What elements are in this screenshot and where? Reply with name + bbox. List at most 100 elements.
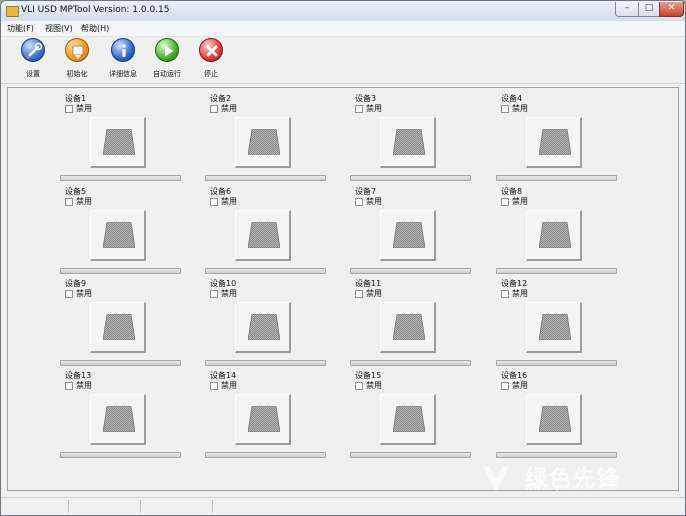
drive-icon (539, 222, 571, 248)
stop-button[interactable]: 停止 (191, 38, 231, 82)
disable-checkbox[interactable] (210, 290, 218, 298)
app-icon (6, 6, 19, 17)
status-bar (1, 497, 685, 515)
device-image (380, 394, 436, 445)
device-slot: 设备9 禁用 (60, 275, 186, 368)
disable-checkbox[interactable] (65, 382, 73, 390)
auto-run-button[interactable]: 自动运行 (147, 38, 187, 82)
menu-view[interactable]: 视图(V) (45, 23, 73, 34)
disable-checkbox[interactable] (355, 198, 363, 206)
drive-icon (248, 406, 280, 432)
progress-bar (60, 175, 181, 181)
device-image (526, 394, 582, 445)
device-slot: 设备11 禁用 (350, 275, 476, 368)
device-slot: 设备12 禁用 (496, 275, 622, 368)
disable-checkbox[interactable] (355, 382, 363, 390)
details-button[interactable]: 详细信息 (103, 38, 143, 82)
play-icon (155, 38, 179, 62)
settings-button[interactable]: 设置 (13, 38, 53, 82)
menu-bar: 功能(F) 视图(V) 帮助(H) (1, 21, 685, 37)
device-slot: 设备3 禁用 (350, 90, 476, 183)
device-image (526, 117, 582, 168)
drive-icon (539, 314, 571, 340)
title-bar[interactable]: VLI USD MPTool Version: 1.0.0.15 – □ ✕ (1, 1, 685, 22)
device-slot: 设备4 禁用 (496, 90, 622, 183)
watermark-logo-icon (483, 467, 509, 491)
disable-checkbox[interactable] (65, 105, 73, 113)
disable-checkbox[interactable] (501, 290, 509, 298)
device-slot: 设备6 禁用 (205, 183, 331, 276)
status-pane (141, 500, 213, 513)
settings-icon (21, 38, 45, 62)
device-slot: 设备13 禁用 (60, 367, 186, 460)
disable-label: 禁用 (366, 289, 382, 298)
progress-bar (350, 175, 471, 181)
disable-checkbox[interactable] (210, 198, 218, 206)
progress-bar (350, 268, 471, 274)
menu-function[interactable]: 功能(F) (7, 23, 34, 34)
disable-checkbox[interactable] (210, 382, 218, 390)
info-icon (111, 38, 135, 62)
stop-icon (199, 38, 223, 62)
device-image (380, 117, 436, 168)
watermark-url: www.greenxf.com (525, 483, 621, 493)
minimize-button[interactable]: – (615, 2, 639, 17)
disable-label: 禁用 (76, 197, 92, 206)
toolbar: 设置 初始化 详细信息 自动运行 停止 (1, 37, 685, 84)
initialize-button[interactable]: 初始化 (57, 38, 97, 82)
progress-bar (205, 360, 326, 366)
device-image (235, 394, 291, 445)
device-panel: 设备1 禁用 设备2 禁用 设备3 禁用 设备4 禁用 设备5 禁用 设备6 禁用 设备7 禁用 设备8 禁用… (7, 87, 679, 491)
device-image (90, 117, 146, 168)
device-slot: 设备14 禁用 (205, 367, 331, 460)
window-title: VLI USD MPTool Version: 1.0.0.15 (21, 5, 170, 15)
progress-bar (60, 360, 181, 366)
device-slot: 设备16 禁用 (496, 367, 622, 460)
progress-bar (205, 268, 326, 274)
watermark: 绿色先锋 www.greenxf.com (481, 461, 681, 497)
progress-bar (350, 360, 471, 366)
disable-checkbox[interactable] (65, 290, 73, 298)
disable-checkbox[interactable] (501, 198, 509, 206)
disable-label: 禁用 (512, 289, 528, 298)
device-slot: 设备7 禁用 (350, 183, 476, 276)
device-image (235, 302, 291, 353)
stop-label: 停止 (204, 70, 218, 78)
drive-icon (103, 406, 135, 432)
device-image (380, 210, 436, 261)
disable-checkbox[interactable] (501, 382, 509, 390)
device-image (235, 117, 291, 168)
menu-help[interactable]: 帮助(H) (81, 23, 109, 34)
disable-label: 禁用 (512, 104, 528, 113)
device-image (380, 302, 436, 353)
device-slot: 设备15 禁用 (350, 367, 476, 460)
disable-checkbox[interactable] (210, 105, 218, 113)
device-slot: 设备5 禁用 (60, 183, 186, 276)
disable-checkbox[interactable] (355, 105, 363, 113)
drive-icon (248, 314, 280, 340)
disable-label: 禁用 (76, 381, 92, 390)
drive-icon (393, 406, 425, 432)
drive-icon (248, 222, 280, 248)
device-image (526, 302, 582, 353)
device-image (526, 210, 582, 261)
progress-bar (60, 268, 181, 274)
maximize-button[interactable]: □ (638, 2, 660, 17)
progress-bar (496, 175, 617, 181)
status-pane (69, 500, 141, 513)
disable-checkbox[interactable] (65, 198, 73, 206)
device-slot: 设备1 禁用 (60, 90, 186, 183)
disable-checkbox[interactable] (355, 290, 363, 298)
device-image (90, 302, 146, 353)
disable-checkbox[interactable] (501, 105, 509, 113)
disable-label: 禁用 (512, 197, 528, 206)
disable-label: 禁用 (76, 289, 92, 298)
device-slot: 设备2 禁用 (205, 90, 331, 183)
drive-icon (393, 222, 425, 248)
progress-bar (496, 452, 617, 458)
close-button[interactable]: ✕ (659, 2, 684, 17)
device-image (90, 210, 146, 261)
drive-icon (103, 222, 135, 248)
drive-icon (103, 314, 135, 340)
drive-icon (393, 314, 425, 340)
